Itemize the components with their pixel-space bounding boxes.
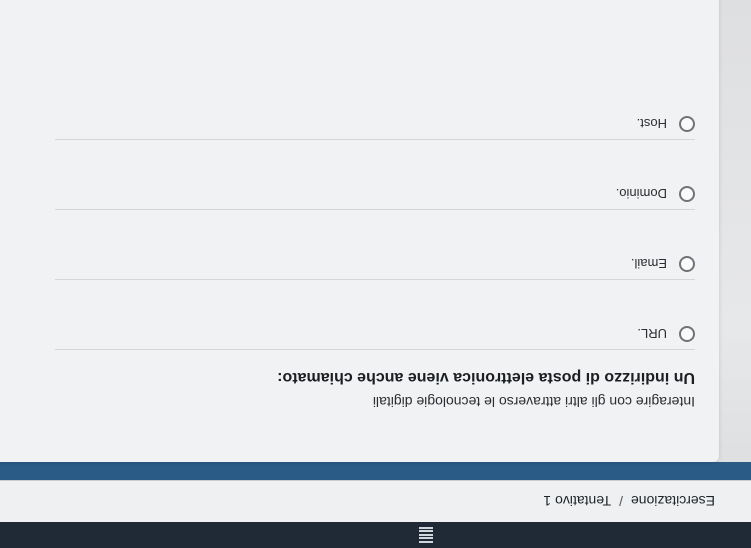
radio-unchecked-icon[interactable] bbox=[679, 256, 695, 272]
answer-option-label: URL. bbox=[637, 326, 667, 342]
radio-unchecked-icon[interactable] bbox=[679, 326, 695, 342]
accent-strip bbox=[0, 462, 751, 480]
answer-option-email[interactable]: Email. bbox=[55, 249, 695, 280]
radio-unchecked-icon[interactable] bbox=[679, 116, 695, 132]
screen: Esercitazione / Tentativo 1 Interagire c… bbox=[0, 0, 751, 548]
answer-option-label: Dominio. bbox=[615, 186, 667, 202]
breadcrumb-item-tentativo: Tentativo 1 bbox=[543, 493, 612, 510]
question-instruction: Interagire con gli altri attraverso le t… bbox=[372, 394, 695, 410]
answer-option-dominio[interactable]: Dominio. bbox=[55, 179, 695, 210]
answer-option-label: Host. bbox=[636, 116, 667, 132]
answer-option-host[interactable]: Host. bbox=[55, 109, 695, 140]
top-navigation-bar bbox=[0, 522, 751, 548]
breadcrumb: Esercitazione / Tentativo 1 bbox=[0, 480, 751, 522]
breadcrumb-item-esercitazione[interactable]: Esercitazione bbox=[631, 494, 715, 510]
answer-option-url[interactable]: URL. bbox=[55, 319, 695, 350]
hamburger-menu-icon[interactable] bbox=[419, 527, 433, 543]
radio-unchecked-icon[interactable] bbox=[679, 186, 695, 202]
answer-option-label: Email. bbox=[630, 256, 667, 272]
question-card: Interagire con gli altri attraverso le t… bbox=[0, 0, 719, 462]
breadcrumb-separator: / bbox=[619, 493, 623, 510]
question-text: Un indirizzo di posta elettronica viene … bbox=[277, 369, 695, 386]
